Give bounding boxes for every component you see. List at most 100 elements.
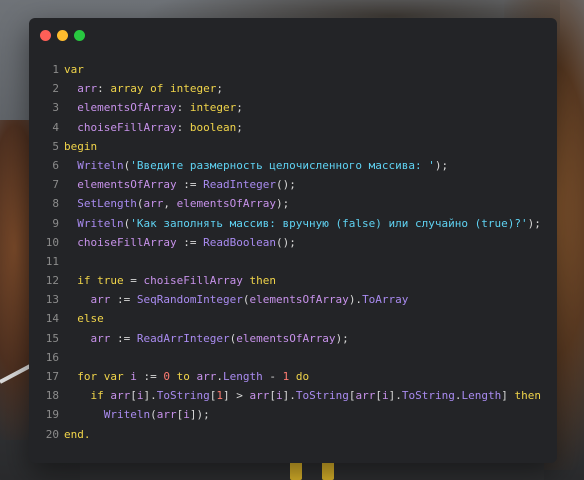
line-source: Writeln('Как заполнять массив: вручную (… [64,214,541,233]
code-token: arr [196,370,217,383]
line-number: 11 [45,254,59,268]
code-line: 16 [29,348,557,367]
code-token: then [249,274,276,288]
code-token: = [123,274,144,288]
code-token: arr [143,197,164,211]
code-token: [ [130,389,137,403]
code-line: 11 [29,252,557,271]
code-token: - [262,370,283,383]
code-token: ReadArrInteger [136,331,230,345]
line-number: 17 [45,370,59,383]
code-token: i [136,389,144,403]
window-titlebar [29,18,557,56]
code-token: ). [348,293,363,307]
code-line: 19 Writeln(arr[i]); [29,405,557,424]
code-token: SetLength [77,197,137,211]
code-token: else [77,312,104,326]
line-number: 7 [52,178,59,192]
line-number: 14 [45,312,59,326]
code-token: ]. [143,389,157,403]
line-source: choiseFillArray := ReadBoolean(); [64,233,296,252]
line-source: end. [64,425,91,444]
code-line: 12 if true = choiseFillArray then [29,271,557,290]
code-token: true [97,274,124,288]
close-window-dot[interactable] [40,30,51,41]
code-token: if [77,274,91,288]
code-line: 14 else [29,309,557,328]
line-source: elementsOfArray: integer; [64,98,243,117]
line-source: begin [64,137,97,156]
code-line: 6 Writeln('Введите размерность целочисле… [29,156,557,175]
code-token: (); [275,178,296,192]
line-number: 5 [52,139,59,153]
code-token: ; [236,101,243,115]
code-token: to [176,370,190,383]
code-line: 20 end. [29,425,557,444]
code-token: , [163,197,177,211]
code-token: i [183,408,190,422]
line-number: 18 [45,389,59,403]
code-token: elementsOfArray [77,101,177,115]
line-number: 6 [52,158,59,172]
code-token: ]. [282,389,296,403]
code-line: 2 arr: array of integer; [29,79,557,98]
code-token: i [275,389,283,403]
code-token: arr [249,389,270,403]
line-number: 3 [52,101,59,115]
code-token: ); [275,197,290,211]
code-line: 4 choiseFillArray: boolean; [29,118,557,137]
line-number: 20 [45,427,59,441]
code-token: ( [150,408,157,422]
code-token: choiseFillArray [143,274,243,288]
line-number: 19 [45,408,59,422]
code-window: 1 var 2 arr: array of integer; 3 elementsOf… [29,18,557,463]
code-token: Writeln [77,216,124,230]
line-source: SetLength(arr, elementsOfArray); [64,194,289,213]
code-token: if [90,389,104,403]
code-token: elementsOfArray [236,331,336,345]
code-line: 3 elementsOfArray: integer; [29,98,557,117]
code-token: Writeln [77,158,124,172]
line-number: 8 [52,197,59,211]
code-line: 9 Writeln('Как заполнять массив: вручную… [29,214,557,233]
code-line: 15 arr := ReadArrInteger(elementsOfArray… [29,329,557,348]
code-token: arr [77,82,98,96]
line-source: var [64,60,84,79]
code-token: elementsOfArray [249,293,349,307]
code-token: : [176,120,190,134]
minimize-window-dot[interactable] [57,30,68,41]
code-token: arr [90,331,111,345]
code-token: ] > [222,389,250,403]
line-number: 15 [45,331,59,345]
line-number: 16 [45,350,59,364]
code-token: : [176,101,190,115]
line-number: 4 [52,120,59,134]
line-number: 2 [52,82,59,96]
code-token: [ [375,389,382,403]
code-token: i [130,370,137,383]
code-token: ] [501,389,515,403]
maximize-window-dot[interactable] [74,30,85,41]
code-token: 0 [163,370,170,383]
code-token: ; [236,120,243,134]
code-token: ); [335,331,349,345]
code-token: ReadBoolean [203,235,276,249]
line-source: choiseFillArray: boolean; [64,118,243,137]
line-source: for var i := 0 to arr.Length - 1 do [64,367,309,386]
code-token: Length [223,370,263,383]
